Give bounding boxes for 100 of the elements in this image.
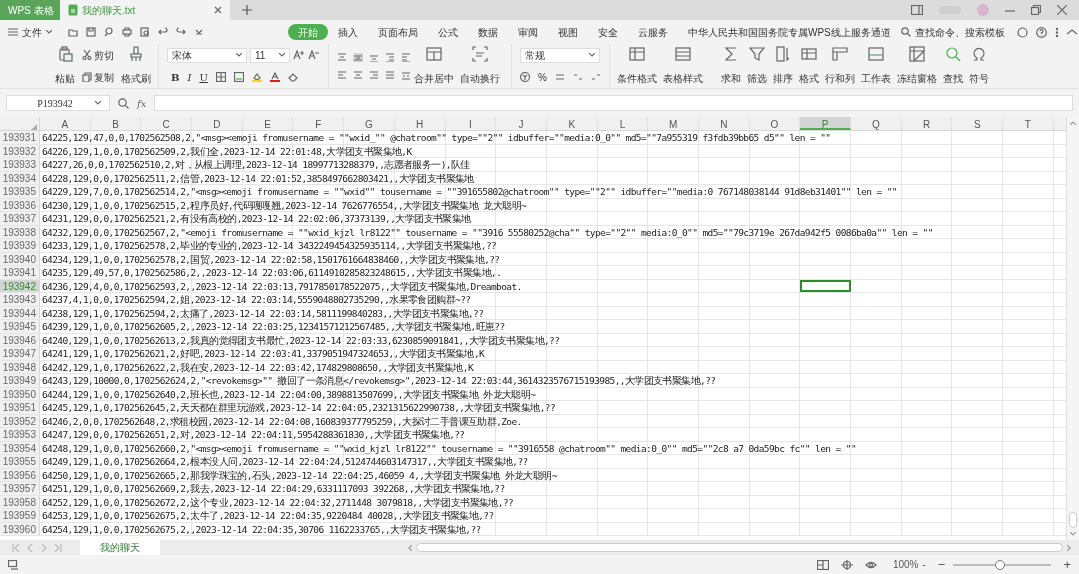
italic-button[interactable]: I [187,69,192,85]
row-header[interactable]: 193947 [0,347,40,360]
row-header[interactable]: 193959 [0,509,40,522]
redo-icon[interactable] [176,27,186,37]
align-middle-icon[interactable] [353,52,363,62]
outdent-icon[interactable] [401,52,411,62]
column-header[interactable]: D [192,117,243,130]
row-header[interactable]: 193935 [0,185,40,198]
format-painter-button[interactable]: 格式刷 [118,44,154,88]
column-header[interactable]: T [1003,117,1054,130]
close-icon[interactable] [1057,5,1067,15]
file-menu[interactable]: 文件 [8,24,52,40]
close-icon[interactable] [214,6,222,14]
freeze-panes-button[interactable]: 冻结窗格 [893,44,940,88]
row-header[interactable]: 193949 [0,374,40,387]
number-format-dropdown[interactable]: 常规 [520,47,600,63]
scroll-left-icon[interactable] [408,544,412,551]
filter-button[interactable]: 筛选 [743,44,770,88]
page-layout-icon[interactable] [840,559,853,570]
borders-icon[interactable] [215,72,226,82]
name-box[interactable]: P193942 [6,95,110,111]
row-header[interactable]: 193939 [0,239,40,252]
column-header[interactable]: C [141,117,193,130]
command-search[interactable]: 查找命令、搜索模板 [900,24,1005,40]
eraser-icon[interactable] [287,72,298,82]
row-header[interactable]: 193953 [0,428,40,441]
column-header[interactable]: N [698,117,750,130]
align-bottom-icon[interactable] [369,52,379,62]
new-tab-icon[interactable] [242,5,252,15]
conditional-format-button[interactable]: 条件格式 [613,44,660,88]
zoom-in-button[interactable]: + [1063,554,1071,574]
copy-button[interactable]: 复制 [82,69,114,85]
collapse-icon[interactable] [1066,29,1077,35]
ribbon-tab[interactable]: 中华人民共和国国务院专属WPS线上服务通道 [678,24,901,40]
justify-icon[interactable] [385,70,395,80]
increase-font-icon[interactable] [293,50,305,60]
column-header[interactable]: H [394,117,446,130]
row-header[interactable]: 193945 [0,320,40,333]
open-folder-icon[interactable] [68,27,78,37]
print-preview-icon[interactable] [140,27,150,37]
decrease-decimal-icon[interactable] [590,72,601,82]
row-header[interactable]: 193943 [0,293,40,306]
column-header[interactable]: E [242,117,294,130]
row-header[interactable]: 193957 [0,482,40,495]
column-header[interactable]: G [344,117,395,130]
row-header[interactable]: 193933 [0,158,40,171]
find-button[interactable]: 查找 [939,44,966,88]
column-header[interactable]: Q [851,117,902,130]
normal-view-icon[interactable] [816,559,829,570]
more-icon[interactable] [1054,26,1059,38]
function-label[interactable]: fx [137,95,147,111]
paste-button[interactable]: 粘贴 [52,44,78,88]
column-header[interactable]: F [293,117,345,130]
layout-icon[interactable] [911,5,923,15]
column-header[interactable]: I [445,117,497,130]
worksheet-button[interactable]: 工作表 [857,44,894,88]
scroll-thumb[interactable] [1069,512,1077,528]
font-size-dropdown[interactable]: 11 [250,47,290,63]
horizontal-scrollbar[interactable] [416,543,1063,552]
formula-input[interactable] [154,95,1073,111]
rows-columns-button[interactable]: 行和列 [821,44,858,88]
fill-style-icon[interactable] [233,72,244,82]
align-right-icon[interactable] [369,70,379,80]
print-icon[interactable] [122,27,132,37]
scroll-right-icon[interactable] [1067,544,1071,551]
column-header[interactable]: J [496,117,547,130]
format-button[interactable]: 格式 [795,44,822,88]
ribbon-tab[interactable]: 安全 [588,24,628,40]
underline-button[interactable]: U [199,69,208,85]
column-header[interactable]: K [546,117,598,130]
decrease-font-icon[interactable] [308,50,320,60]
sort-button[interactable]: 排序 [769,44,796,88]
ribbon-tab[interactable]: 云服务 [628,24,678,40]
fill-color-icon[interactable] [251,72,262,82]
font-dropdown[interactable]: 宋体 [167,47,247,63]
row-header[interactable]: 193937 [0,212,40,225]
row-header[interactable]: 193955 [0,455,40,468]
undo-icon[interactable] [158,27,168,37]
percent-button[interactable]: % [538,69,547,85]
ribbon-tab[interactable]: 公式 [428,24,468,40]
sum-button[interactable]: 求和 [717,44,744,88]
increase-decimal-icon[interactable] [572,72,583,82]
sheet-tab[interactable]: 我的聊天 [80,540,160,555]
column-header[interactable]: B [90,117,142,130]
ribbon-tab[interactable]: 审阅 [508,24,548,40]
table-style-button[interactable]: 表格样式 [659,44,706,88]
macro-icon[interactable] [8,559,19,570]
row-header[interactable]: 193951 [0,401,40,414]
save-icon[interactable] [86,27,96,37]
wrap-text-button[interactable]: 自动换行 [457,44,503,88]
cut-button[interactable]: 剪切 [82,47,114,63]
align-center-icon[interactable] [353,70,363,80]
row-header[interactable]: 193931 [0,131,40,144]
ribbon-tab[interactable]: 页面布局 [368,24,428,40]
vertical-scrollbar[interactable] [1066,117,1079,540]
help-icon[interactable] [1035,26,1047,38]
zoom-preview-icon[interactable] [104,27,114,37]
zoom-slider-thumb[interactable] [995,559,1006,570]
indent-icon[interactable] [385,52,395,62]
currency-icon[interactable] [520,72,530,82]
